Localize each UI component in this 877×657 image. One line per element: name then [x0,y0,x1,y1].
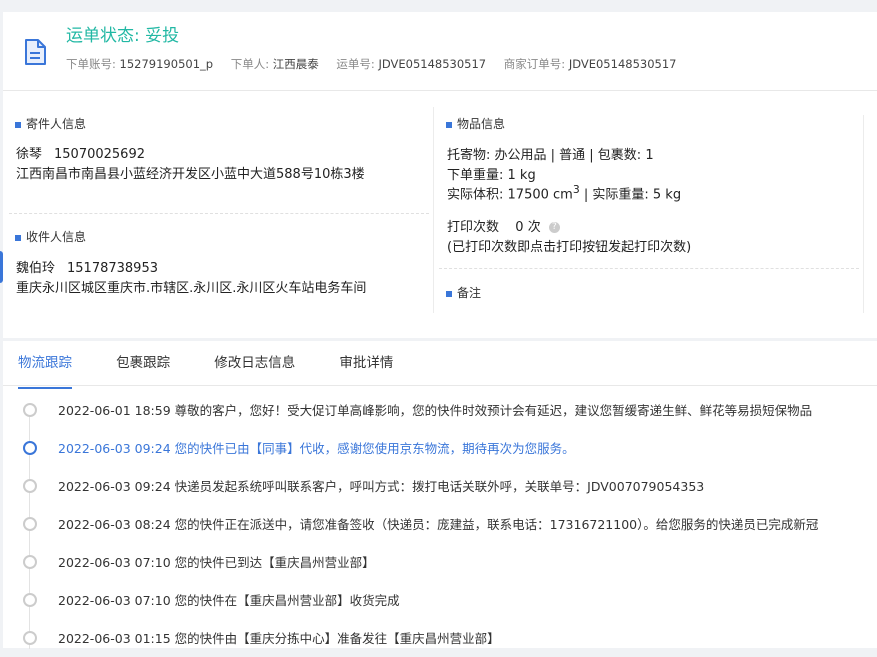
section-marker-icon [446,290,452,297]
timeline-item: 2022-06-03 09:24 您的快件已由【同事】代收，感谢您使用京东物流，期… [3,429,877,467]
timeline-item: 2022-06-03 08:24 您的快件正在派送中，请您准备签收（快递员：庞建益… [3,505,877,543]
sender-phone: 15070025692 [54,147,145,162]
receiver-phone: 15178738953 [67,261,158,276]
timeline-item: 2022-06-03 07:10 您的快件已到达【重庆昌州营业部】 [3,543,877,581]
print-count-value: 0 次 [515,220,541,235]
volume-weight-line: 实际体积: 17500 cm3 | 实际重量: 5 kg [447,183,681,202]
info-panel: 寄件人信息 徐琴 15070025692 江西南昌市南昌县小蓝经济开发区小蓝中大道… [3,91,877,338]
timeline-time: 2022-06-01 18:59 [58,403,171,418]
timeline-dot-icon [23,479,37,493]
document-icon [25,39,46,65]
waybill-meta: 下单账号: 15279190501_p 下单人: 江西晨泰 运单号: JDVE0… [66,56,690,72]
timeline-item: 2022-06-03 09:24 快递员发起系统呼叫联系客户，呼叫方式：拨打电话关… [3,467,877,505]
sender-name: 徐琴 [16,147,43,162]
timeline-entry-text: 2022-06-03 07:10 您的快件在【重庆昌州营业部】收货完成 [58,590,877,609]
actual-weight: | 实际重量: 5 kg [579,187,682,203]
waybill-status-title: 运单状态: 妥投 [66,26,180,46]
timeline-description: 您的快件由【重庆分拣中心】准备发往【重庆昌州营业部】 [174,631,500,646]
account-label: 下单账号: [66,57,116,71]
timeline-entry-text: 2022-06-03 08:24 您的快件正在派送中，请您准备签收（快递员：庞建益… [58,514,877,533]
timeline-time: 2022-06-03 01:15 [58,631,171,646]
right-divider [863,115,864,313]
sender-address: 江西南昌市南昌县小蓝经济开发区小蓝中大道588号10栋3楼 [16,167,365,182]
timeline-description: 快递员发起系统呼叫联系客户，呼叫方式：拨打电话关联外呼，关联单号：JDV0070… [174,479,705,494]
timeline-entry-text: 2022-06-03 07:10 您的快件已到达【重庆昌州营业部】 [58,552,877,571]
goods-summary: 托寄物: 办公用品 | 普通 | 包裹数: 1 [447,148,654,163]
tab-underline-divider [3,385,877,386]
timeline-dot-icon [23,403,37,417]
timeline-dot-icon [23,593,37,607]
orderer-value: 江西晨泰 [272,57,319,71]
tracking-panel: 物流跟踪 包裹跟踪 修改日志信息 审批详情 2022-06-01 18:59 尊敬… [3,341,877,649]
volume-unit-exponent: 3 [572,183,580,196]
timeline-description: 尊敬的客户，您好！受大促订单高峰影响，您的快件时效预计会有延迟，建议您暂缓寄递生… [174,403,813,418]
timeline-description: 您的快件已到达【重庆昌州营业部】 [174,555,375,570]
timeline-time: 2022-06-03 09:24 [58,479,171,494]
waybill-header: 运单状态: 妥投 下单账号: 15279190501_p 下单人: 江西晨泰 运… [3,12,877,91]
print-count-line: 打印次数 0 次 ? [447,216,560,235]
timeline-entry-text: 2022-06-03 01:15 您的快件由【重庆分拣中心】准备发往【重庆昌州营业… [58,628,877,647]
timeline-time: 2022-06-03 08:24 [58,517,171,532]
receiver-name: 魏伯玲 [16,261,56,276]
timeline-time: 2022-06-03 07:10 [58,555,171,570]
timeline-time: 2022-06-03 07:10 [58,593,171,608]
merchant-order-value: JDVE05148530517 [568,57,677,71]
timeline-description: 您的快件在【重庆昌州营业部】收货完成 [174,593,400,608]
account-value: 15279190501_p [119,57,214,71]
receiver-section-title: 收件人信息 [15,228,86,245]
sender-contact: 徐琴 15070025692 [16,143,145,162]
section-divider [439,268,859,269]
merchant-order-label: 商家订单号: [503,57,566,71]
timeline-time: 2022-06-03 09:24 [58,441,171,456]
timeline-dot-icon [23,631,37,645]
section-divider [9,213,429,214]
tab-approval-details[interactable]: 审批详情 [339,341,393,385]
timeline-description: 您的快件已由【同事】代收，感谢您使用京东物流，期待再次为您服务。 [174,441,575,456]
sender-section-title: 寄件人信息 [15,115,86,132]
timeline-entry-text: 2022-06-01 18:59 尊敬的客户，您好！受大促订单高峰影响，您的快件时… [58,400,877,419]
tab-bar: 物流跟踪 包裹跟踪 修改日志信息 审批详情 [18,341,433,389]
section-marker-icon [15,234,21,241]
timeline-entry-text: 2022-06-03 09:24 您的快件已由【同事】代收，感谢您使用京东物流，期… [58,438,877,457]
waybill-label: 运单号: [336,57,375,71]
side-drawer-handle[interactable] [0,251,3,283]
timeline-item: 2022-06-01 18:59 尊敬的客户，您好！受大促订单高峰影响，您的快件时… [3,391,877,429]
tab-modification-log[interactable]: 修改日志信息 [214,341,295,385]
timeline-dot-icon [23,555,37,569]
help-icon[interactable]: ? [548,222,560,233]
timeline-item: 2022-06-03 01:15 您的快件由【重庆分拣中心】准备发往【重庆昌州营业… [3,619,877,657]
order-weight: 下单重量: 1 kg [447,168,536,183]
receiver-address: 重庆永川区城区重庆市.市辖区.永川区.永川区火车站电务车间 [16,281,367,296]
timeline-dot-icon [23,441,37,455]
tab-package-tracking[interactable]: 包裹跟踪 [116,341,170,385]
section-marker-icon [15,121,21,128]
volume-value: 17500 cm [507,187,573,203]
volume-label: 实际体积: [447,187,504,203]
goods-section-title: 物品信息 [446,115,505,132]
remarks-section-title: 备注 [446,284,481,301]
orderer-label: 下单人: [230,57,270,71]
print-count-label: 打印次数 [447,220,500,235]
timeline-dot-icon [23,517,37,531]
receiver-contact: 魏伯玲 15178738953 [16,257,158,276]
timeline-item: 2022-06-03 07:10 您的快件在【重庆昌州营业部】收货完成 [3,581,877,619]
waybill-value: JDVE05148530517 [378,57,487,71]
timeline-description: 您的快件正在派送中，请您准备签收（快递员：庞建益，联系电话：1731672110… [174,517,819,532]
column-divider [433,107,434,313]
section-marker-icon [446,121,452,128]
timeline-entry-text: 2022-06-03 09:24 快递员发起系统呼叫联系客户，呼叫方式：拨打电话关… [58,476,877,495]
tab-logistics-tracking[interactable]: 物流跟踪 [18,341,72,389]
print-count-note: (已打印次数即点击打印按钮发起打印次数) [447,240,692,255]
